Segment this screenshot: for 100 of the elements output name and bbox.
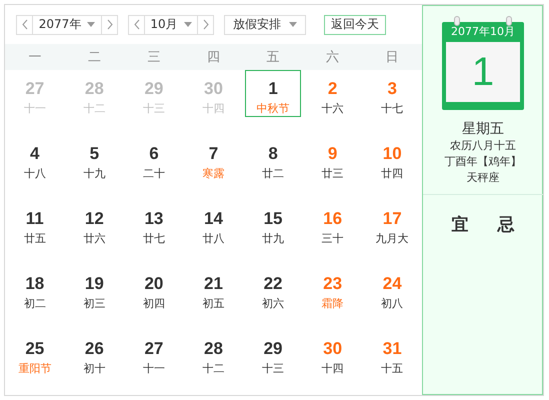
lunar-date: 十五 (381, 361, 404, 376)
day-cell[interactable]: 9 廿三 (304, 135, 360, 182)
lunar-date: 重阳节 (18, 361, 52, 376)
lunar-date: 十九 (83, 166, 106, 181)
lunar-date: 廿九 (262, 231, 284, 246)
weekday-label: 一 (27, 49, 42, 66)
day-cell[interactable]: 16 三十 (304, 200, 360, 247)
lunar-date: 初三 (83, 296, 106, 311)
day-cell[interactable]: 22 初六 (245, 265, 301, 312)
day-cell[interactable]: 1 中秋节 (245, 70, 301, 117)
day-number: 21 (204, 274, 223, 294)
lunar-date: 初五 (202, 296, 224, 311)
day-cell[interactable]: 3 十七 (364, 70, 420, 117)
day-number: 14 (204, 209, 223, 229)
day-number: 16 (323, 209, 342, 229)
avoid-label: 忌 (498, 214, 514, 236)
day-cell[interactable]: 7 寒露 (186, 135, 242, 182)
day-number: 8 (268, 144, 278, 164)
year-selector[interactable]: 2077年 (16, 14, 118, 35)
lunar-date: 十一 (24, 101, 46, 116)
day-cell[interactable]: 21 初五 (186, 265, 242, 312)
lunar-date: 十三 (142, 101, 165, 116)
lunar-date: 廿五 (24, 231, 46, 246)
day-cell[interactable]: 12 廿六 (66, 200, 122, 247)
ganzhi-year-text: 丁酉年【鸡年】 (444, 154, 522, 170)
day-number: 28 (84, 79, 104, 99)
ring-icon (454, 16, 460, 26)
weekday-label: 二 (86, 49, 102, 66)
chevron-left-icon (22, 19, 28, 30)
month-selector[interactable]: 10月 (128, 14, 214, 35)
ring-icon (506, 16, 512, 26)
day-cell[interactable]: 5 十九 (66, 135, 122, 182)
day-cell[interactable]: 6 二十 (126, 135, 182, 182)
lunar-date: 初六 (262, 296, 284, 311)
calendar-day: 1 (446, 42, 520, 102)
day-cell[interactable]: 30 十四 (304, 330, 360, 377)
day-cell[interactable]: 18 初二 (7, 265, 63, 312)
day-number: 24 (382, 274, 402, 294)
day-cell[interactable]: 14 廿八 (186, 200, 242, 247)
day-cell[interactable]: 11 廿五 (7, 200, 63, 247)
day-cell[interactable]: 24 初八 (364, 265, 420, 312)
lunar-date: 初十 (83, 361, 106, 376)
day-cell[interactable]: 29 十三 (245, 330, 301, 377)
day-number: 30 (323, 339, 342, 359)
day-cell[interactable]: 2 十六 (304, 70, 360, 117)
today-button[interactable]: 返回今天 (324, 14, 386, 35)
day-cell[interactable]: 25 重阳节 (7, 330, 63, 377)
day-cell[interactable]: 19 初三 (66, 265, 122, 312)
calendar-month: 2077年10月 (451, 24, 515, 40)
caret-icon (87, 22, 96, 28)
weekday-label: 三 (146, 49, 162, 66)
day-number: 5 (90, 144, 100, 164)
day-cell[interactable]: 26 初十 (66, 330, 122, 377)
day-number: 29 (264, 339, 283, 359)
caret-icon (289, 22, 297, 28)
day-cell[interactable]: 20 初四 (126, 265, 182, 312)
day-cell[interactable]: 4 十八 (7, 135, 63, 182)
chevron-right-icon (202, 19, 208, 30)
weekday-label: 四 (206, 49, 221, 66)
day-number: 13 (144, 209, 164, 229)
weekday-label: 六 (325, 49, 340, 66)
day-number: 31 (382, 339, 402, 359)
lunar-date: 廿六 (83, 231, 106, 246)
lunar-date: 廿七 (142, 231, 165, 246)
day-number: 29 (144, 79, 164, 99)
lunar-date: 十二 (202, 361, 224, 376)
day-number: 2 (328, 79, 338, 99)
lunar-date: 寒露 (202, 166, 224, 181)
suitable-label: 宜 (452, 214, 468, 236)
day-cell[interactable]: 13 廿七 (126, 200, 182, 247)
weekday-label: 五 (266, 49, 281, 66)
day-cell[interactable]: 27 十一 (126, 330, 182, 377)
day-cell[interactable]: 17 九月大 (364, 200, 420, 247)
day-number: 17 (382, 209, 402, 229)
holiday-dropdown[interactable]: 放假安排 (224, 14, 306, 35)
day-number: 27 (25, 79, 44, 99)
day-cell[interactable]: 15 廿九 (245, 200, 301, 247)
chevron-right-icon (106, 19, 112, 30)
caret-icon (184, 22, 192, 28)
day-cell[interactable]: 31 十五 (364, 330, 420, 377)
day-cell[interactable]: 28 十二 (186, 330, 242, 377)
lunar-date: 九月大 (376, 231, 409, 246)
lunar-date: 十二 (83, 101, 106, 116)
chevron-left-icon (134, 19, 140, 30)
lunar-date: 十六 (322, 101, 344, 116)
day-number: 19 (84, 274, 104, 294)
lunar-date: 十四 (322, 361, 344, 376)
lunar-date: 廿三 (322, 166, 344, 181)
day-cell[interactable]: 8 廿二 (245, 135, 301, 182)
day-number: 30 (204, 79, 223, 99)
lunar-date: 十一 (142, 361, 165, 376)
lunar-date: 十八 (24, 166, 46, 181)
day-number: 11 (26, 209, 44, 229)
day-number: 26 (84, 339, 104, 359)
lunar-date: 霜降 (322, 296, 344, 311)
holiday-label: 放假安排 (233, 16, 281, 34)
lunar-date: 十四 (202, 101, 224, 116)
day-cell[interactable]: 10 廿四 (364, 135, 420, 182)
day-number: 10 (382, 144, 402, 164)
day-number: 25 (25, 339, 44, 359)
